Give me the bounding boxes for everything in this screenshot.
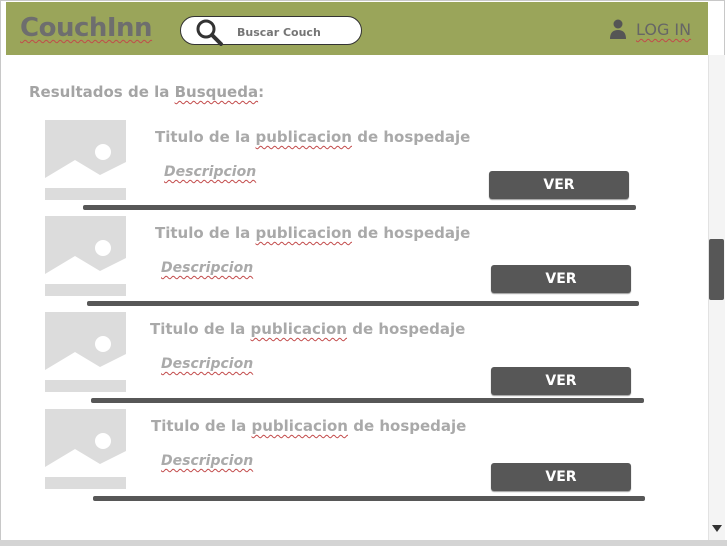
logo[interactable]: CouchInn (20, 13, 153, 43)
login-link[interactable]: LOG IN (636, 20, 691, 39)
search-input[interactable] (237, 24, 355, 40)
item-description: Descripcion (161, 260, 254, 276)
results-heading: Resultados de la Busqueda: (29, 83, 265, 101)
list-item: Titulo de la publicacion de hospedaje De… (0, 312, 700, 408)
chevron-down-icon[interactable] (712, 525, 722, 533)
item-title[interactable]: Titulo de la publicacion de hospedaje (150, 320, 465, 338)
item-description: Descripcion (161, 356, 254, 372)
scroll-thumb[interactable] (709, 239, 724, 300)
header-bar: CouchInn LOG IN (6, 2, 708, 55)
divider (93, 496, 645, 501)
list-item: Titulo de la publicacion de hospedaje De… (0, 409, 700, 505)
divider (83, 205, 636, 210)
search-box[interactable] (180, 16, 362, 46)
item-title[interactable]: Titulo de la publicacion de hospedaje (151, 417, 466, 435)
divider (87, 301, 639, 306)
ver-button[interactable]: VER (491, 463, 631, 491)
ver-button[interactable]: VER (491, 367, 631, 395)
divider (91, 398, 644, 403)
list-item: Titulo de la publicacion de hospedaje De… (0, 120, 700, 216)
image-placeholder-icon (45, 312, 126, 392)
item-title[interactable]: Titulo de la publicacion de hospedaje (155, 224, 470, 242)
list-item: Titulo de la publicacion de hospedaje De… (0, 216, 700, 312)
image-placeholder-icon (45, 120, 126, 200)
image-placeholder-icon (45, 216, 126, 296)
image-placeholder-icon (45, 409, 126, 489)
item-description: Descripcion (164, 164, 257, 180)
user-icon (610, 19, 626, 39)
search-icon[interactable] (195, 18, 225, 46)
bottom-edge (0, 540, 727, 546)
ver-button[interactable]: VER (491, 265, 631, 293)
item-title[interactable]: Titulo de la publicacion de hospedaje (155, 128, 470, 146)
item-description: Descripcion (161, 453, 254, 469)
ver-button[interactable]: VER (489, 171, 629, 199)
scrollbar[interactable] (708, 55, 725, 540)
